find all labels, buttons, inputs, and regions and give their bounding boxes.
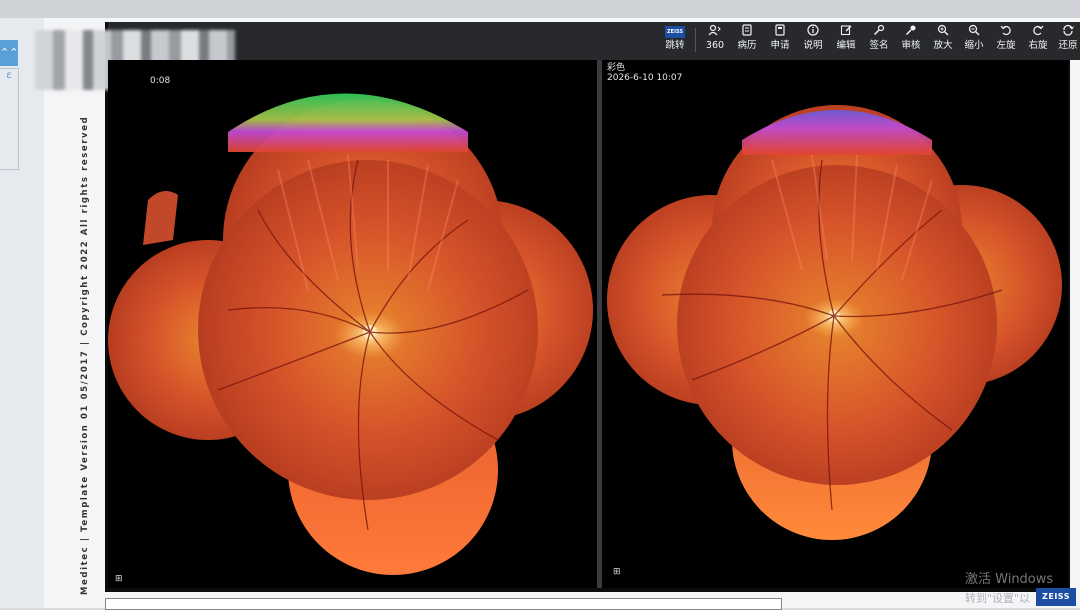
record-icon xyxy=(731,24,763,40)
right-fundus-pane[interactable] xyxy=(602,60,1068,588)
edit-icon xyxy=(830,24,862,40)
request-icon xyxy=(764,24,796,40)
review-icon xyxy=(895,24,927,40)
record-button[interactable]: 病历 xyxy=(731,24,763,58)
rotate-right-icon xyxy=(1022,24,1054,40)
request-button[interactable]: 申请 xyxy=(764,24,796,58)
edit-button[interactable]: 编辑 xyxy=(830,24,862,58)
reset-icon xyxy=(1052,24,1080,40)
person-360-icon xyxy=(699,24,731,40)
sign-button[interactable]: 签名 xyxy=(863,24,895,58)
collapse-tab[interactable]: ⌃⌃ xyxy=(0,40,18,66)
sign-icon xyxy=(863,24,895,40)
zeiss-logo: ZEISS xyxy=(1036,588,1076,606)
zeiss-icon: ZEISS xyxy=(665,26,685,38)
grid-icon[interactable]: ⊞ xyxy=(115,574,123,584)
left-fundus-image xyxy=(108,93,593,575)
screen-top-edge xyxy=(0,0,1080,18)
left-side-panel: ⌃⌃ ε xyxy=(0,18,47,608)
toolbar-separator xyxy=(695,28,696,52)
review-button[interactable]: 审核 xyxy=(895,24,927,58)
side-label: ε xyxy=(6,70,12,81)
info-icon xyxy=(797,24,829,40)
info-button[interactable]: 说明 xyxy=(797,24,829,58)
zoom-out-button[interactable]: 缩小 xyxy=(958,24,990,58)
activation-watermark-title: 激活 Windows xyxy=(965,572,1054,587)
activation-watermark-subtitle: 转到"设置"以 xyxy=(965,592,1031,605)
left-image-header: 0:08 xyxy=(150,76,171,86)
bottom-input-bar[interactable] xyxy=(105,598,782,610)
jump-button[interactable]: ZEISS 跳转 xyxy=(659,24,691,58)
reset-button[interactable]: 还原 xyxy=(1052,24,1080,58)
zoom-in-button[interactable]: 放大 xyxy=(927,24,959,58)
rotate-left-button[interactable]: 左旋 xyxy=(990,24,1022,58)
360-button[interactable]: 360 xyxy=(699,24,731,58)
rotate-left-icon xyxy=(990,24,1022,40)
zoom-in-icon xyxy=(927,24,959,40)
left-fundus-pane[interactable] xyxy=(108,60,597,588)
copyright-footer: Meditec | Template Version 01 05/2017 | … xyxy=(80,115,90,595)
rotate-right-button[interactable]: 右旋 xyxy=(1022,24,1054,58)
zoom-out-icon xyxy=(958,24,990,40)
grid-icon[interactable]: ⊞ xyxy=(613,567,621,577)
right-fundus-image xyxy=(607,105,1062,540)
image-mode-label: 彩色 xyxy=(607,63,626,73)
image-timestamp: 2026-6-10 10:07 xyxy=(607,73,683,83)
